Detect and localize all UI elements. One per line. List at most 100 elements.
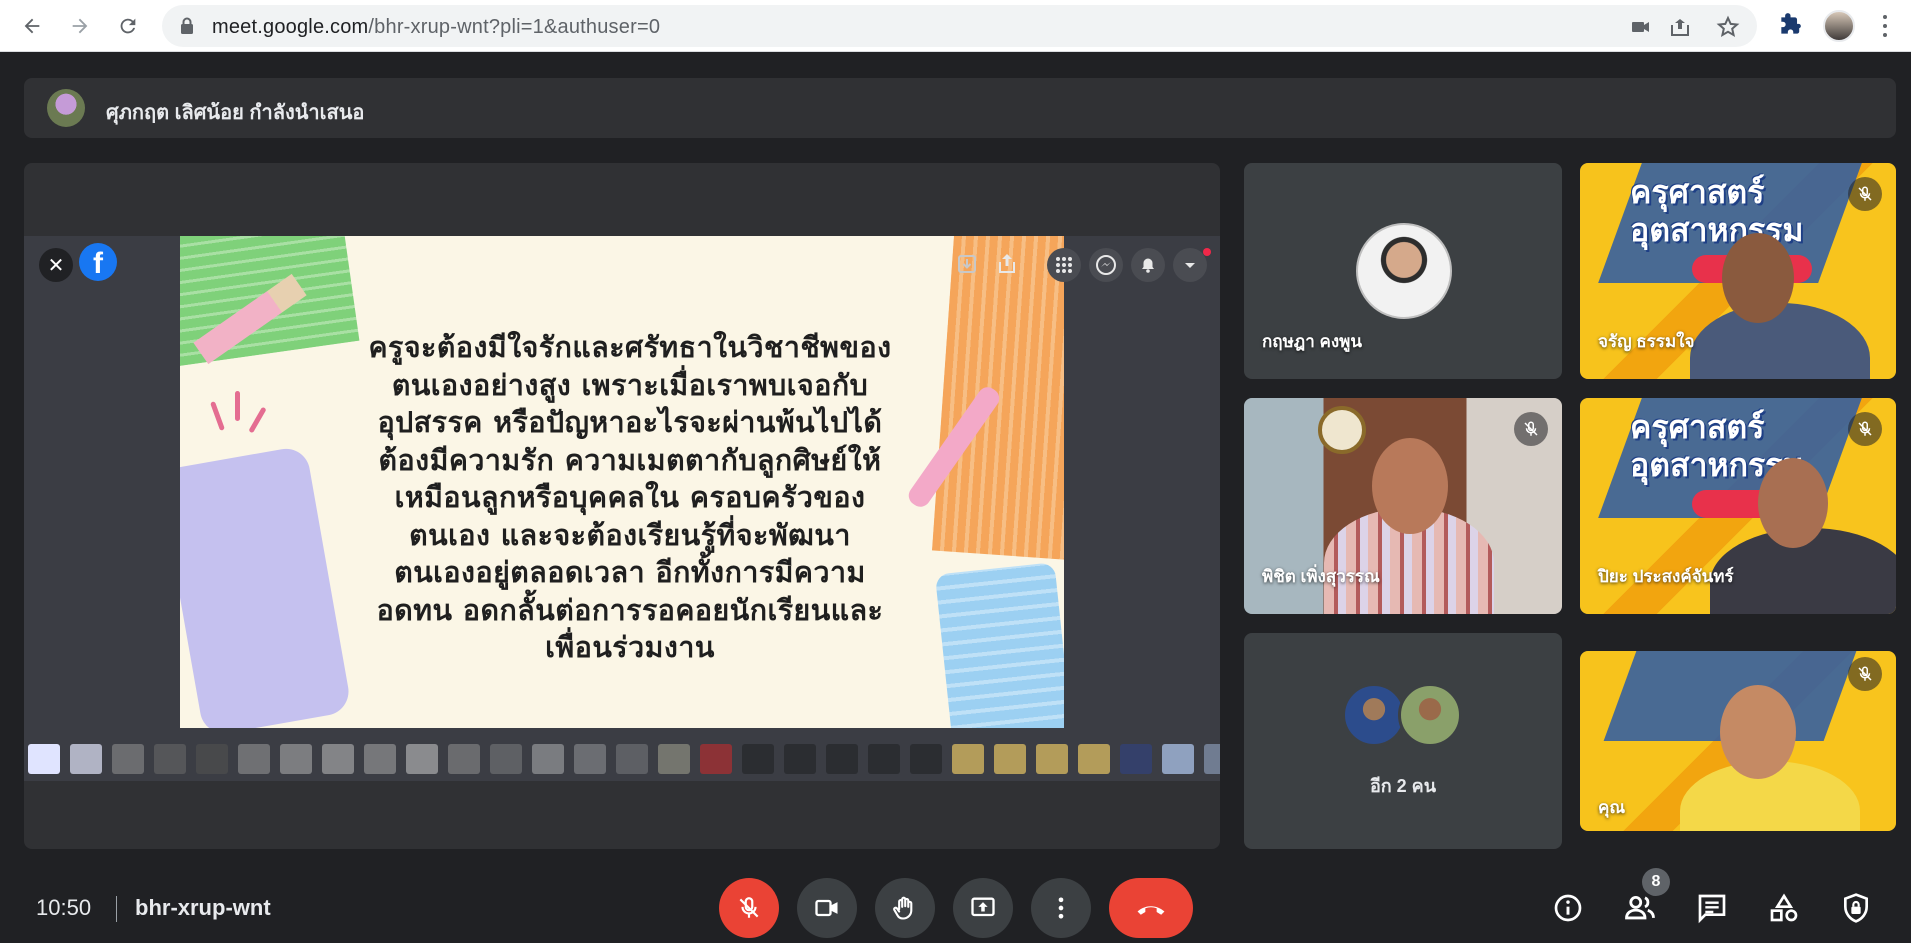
thumbnail[interactable] bbox=[1120, 744, 1152, 774]
hang-up-icon bbox=[1137, 906, 1165, 915]
people-count-badge: 8 bbox=[1642, 868, 1670, 896]
leave-call-button[interactable] bbox=[1109, 878, 1193, 938]
photo-thumbnail-strip bbox=[24, 733, 1220, 781]
thumbnail[interactable] bbox=[868, 744, 900, 774]
thumbnail[interactable] bbox=[70, 744, 102, 774]
thumbnail[interactable] bbox=[1078, 744, 1110, 774]
mic-off-icon bbox=[1848, 657, 1882, 691]
present-icon bbox=[971, 897, 995, 917]
star-icon[interactable] bbox=[1716, 15, 1740, 39]
more-options-button[interactable] bbox=[1031, 878, 1091, 938]
lock-icon[interactable] bbox=[180, 17, 194, 40]
close-icon[interactable]: ✕ bbox=[39, 248, 73, 282]
thumbnail[interactable] bbox=[700, 744, 732, 774]
url-text: meet.google.com/bhr-xrup-wnt?pli=1&authu… bbox=[212, 16, 661, 38]
thumbnail[interactable] bbox=[532, 744, 564, 774]
apps-grid-icon[interactable] bbox=[1047, 248, 1081, 282]
mic-off-icon bbox=[1514, 412, 1548, 446]
others-count-label: อีก 2 คน bbox=[1369, 776, 1437, 796]
participant-name: จรัญ ธรรมใจ bbox=[1598, 332, 1695, 351]
messenger-icon[interactable] bbox=[1089, 248, 1123, 282]
people-icon bbox=[1625, 895, 1655, 920]
chat-icon bbox=[1698, 894, 1726, 924]
participant-avatar bbox=[1342, 683, 1406, 747]
facebook-icon: f bbox=[79, 243, 117, 281]
thumbnail[interactable] bbox=[1204, 744, 1220, 774]
share-icon[interactable] bbox=[994, 248, 1020, 280]
presenter-avatar bbox=[47, 89, 85, 127]
thumbnail[interactable] bbox=[1036, 744, 1068, 774]
activities-icon bbox=[1770, 893, 1798, 922]
participant-tile[interactable]: พิชิต เพิ่งสุวรรณ bbox=[1244, 398, 1562, 614]
thumbnail[interactable] bbox=[154, 744, 186, 774]
host-controls-icon bbox=[1844, 893, 1868, 923]
mic-off-icon bbox=[739, 897, 759, 918]
profile-avatar[interactable] bbox=[1823, 10, 1855, 42]
thumbnail[interactable] bbox=[910, 744, 942, 774]
mic-toggle-button[interactable] bbox=[719, 878, 779, 938]
thumbnail[interactable] bbox=[364, 744, 396, 774]
self-tile[interactable]: คุณ bbox=[1580, 651, 1896, 831]
present-button[interactable] bbox=[953, 878, 1013, 938]
thumbnail[interactable] bbox=[658, 744, 690, 774]
thumbnail[interactable] bbox=[28, 744, 60, 774]
thumbnail[interactable] bbox=[112, 744, 144, 774]
notification-dot bbox=[1203, 248, 1211, 256]
thumbnail[interactable] bbox=[490, 744, 522, 774]
download-icon[interactable] bbox=[954, 248, 980, 280]
presenting-banner: ศุภกฤต เลิศน้อย กำลังนำเสนอ bbox=[24, 78, 1896, 138]
thumbnail[interactable] bbox=[574, 744, 606, 774]
thumbnail[interactable] bbox=[238, 744, 270, 774]
meeting-code: bhr-xrup-wnt bbox=[135, 895, 271, 920]
thumbnail[interactable] bbox=[322, 744, 354, 774]
camera-icon bbox=[815, 899, 838, 917]
extensions-icon[interactable] bbox=[1777, 12, 1805, 40]
thumbnail[interactable] bbox=[406, 744, 438, 774]
participant-tile[interactable]: กฤษฎา คงพูน bbox=[1244, 163, 1562, 379]
participant-avatar bbox=[1356, 223, 1452, 319]
camera-blocked-icon[interactable] bbox=[1629, 15, 1653, 39]
chat-button[interactable] bbox=[1693, 889, 1731, 927]
reload-icon[interactable] bbox=[112, 10, 144, 42]
thumbnail[interactable] bbox=[784, 744, 816, 774]
more-icon bbox=[1058, 897, 1064, 919]
clock: 10:50 bbox=[36, 895, 92, 920]
browser-toolbar: meet.google.com/bhr-xrup-wnt?pli=1&authu… bbox=[0, 0, 1911, 52]
participant-avatar bbox=[1398, 683, 1462, 747]
address-bar[interactable]: meet.google.com/bhr-xrup-wnt?pli=1&authu… bbox=[162, 5, 1757, 47]
back-arrow-icon[interactable] bbox=[16, 10, 48, 42]
thumbnail[interactable] bbox=[616, 744, 648, 774]
participant-name: คุณ bbox=[1598, 798, 1626, 817]
thumbnail[interactable] bbox=[448, 744, 480, 774]
browser-menu-icon[interactable] bbox=[1875, 12, 1895, 40]
presentation-stage: ครูจะต้องมีใจรักและศรัทธาในวิชาชีพของ ตน… bbox=[24, 163, 1220, 849]
participant-tile[interactable]: ครุศาสตร์ อุตสาหกรรม จรัญ ธรรมใจ bbox=[1580, 163, 1896, 379]
thumbnail[interactable] bbox=[742, 744, 774, 774]
thumbnail[interactable] bbox=[196, 744, 228, 774]
forward-arrow-icon[interactable] bbox=[64, 10, 96, 42]
thumbnail[interactable] bbox=[994, 744, 1026, 774]
thumbnail[interactable] bbox=[280, 744, 312, 774]
presenting-label: ศุภกฤต เลิศน้อย กำลังนำเสนอ bbox=[106, 102, 365, 124]
raise-hand-icon bbox=[893, 896, 913, 920]
others-tile[interactable]: อีก 2 คน bbox=[1244, 633, 1562, 849]
mic-off-icon bbox=[1848, 177, 1882, 211]
info-icon bbox=[1554, 894, 1582, 922]
host-controls-button[interactable] bbox=[1837, 889, 1875, 927]
participant-name: พิชิต เพิ่งสุวรรณ bbox=[1262, 567, 1380, 586]
camera-toggle-button[interactable] bbox=[797, 878, 857, 938]
activities-button[interactable] bbox=[1765, 889, 1803, 927]
thumbnail[interactable] bbox=[1162, 744, 1194, 774]
meeting-details-button[interactable] bbox=[1549, 889, 1587, 927]
participant-name: ปิยะ ประสงค์จันทร์ bbox=[1598, 567, 1734, 586]
thumbnail[interactable] bbox=[952, 744, 984, 774]
slide-quote: ครูจะต้องมีใจรักและศรัทธาในวิชาชีพของ ตน… bbox=[368, 331, 892, 664]
participant-tile[interactable]: ครุศาสตร์ อุตสาหกรรม ปิยะ ประสงค์จันทร์ bbox=[1580, 398, 1896, 614]
share-icon[interactable] bbox=[1668, 15, 1692, 39]
slide-image: ครูจะต้องมีใจรักและศรัทธาในวิชาชีพของ ตน… bbox=[180, 236, 1064, 728]
account-menu-icon[interactable] bbox=[1173, 248, 1207, 282]
participant-name: กฤษฎา คงพูน bbox=[1262, 332, 1362, 351]
raise-hand-button[interactable] bbox=[875, 878, 935, 938]
notifications-icon[interactable] bbox=[1131, 248, 1165, 282]
thumbnail[interactable] bbox=[826, 744, 858, 774]
